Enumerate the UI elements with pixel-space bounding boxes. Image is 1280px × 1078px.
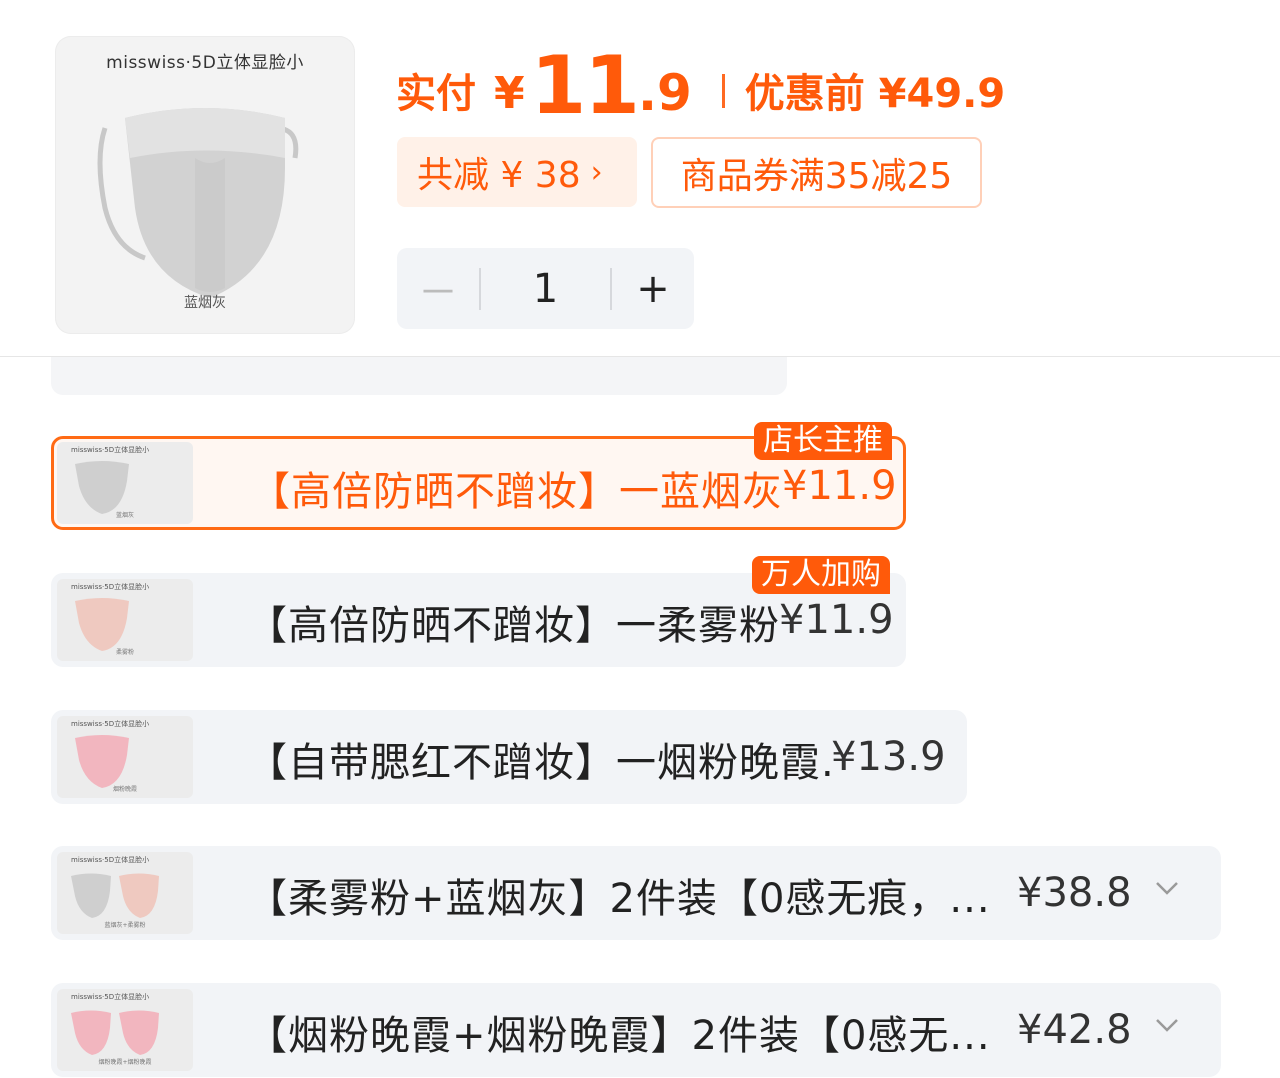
sku-price: ¥11.9 (782, 463, 897, 509)
thumb-variant: 蓝烟灰+柔雾粉 (104, 922, 146, 929)
mask-thumbnail-icon (75, 735, 129, 788)
thumb-brand: misswiss·5D立体显脸小 (71, 446, 150, 454)
increase-button[interactable]: + (612, 248, 694, 329)
thumb-brand: misswiss·5D立体显脸小 (71, 720, 150, 728)
thumb-variant: 烟粉晚霞 (112, 786, 137, 793)
product-variant-label: 蓝烟灰 (184, 295, 226, 311)
price-decimal: .9 (637, 64, 692, 122)
quantity-stepper: － 1 + (397, 248, 694, 329)
sku-thumbnail: misswiss·5D立体显脸小 蓝烟灰+柔雾粉 (57, 852, 193, 934)
sku-name: 【高倍防晒不蹭妆】一柔雾粉 (247, 603, 780, 649)
sku-name: 【烟粉晚霞+烟粉晚霞】2件装【0感无... (247, 1013, 991, 1059)
coupon-text: 商品券满35减25 (680, 155, 953, 197)
selected-product-header: misswiss·5D立体显脸小 蓝烟灰 实付 ¥ 11 .9 优惠前 ¥49.… (0, 0, 1280, 357)
mask-thumbnail-icon (75, 598, 129, 651)
price-currency: ¥ (494, 68, 525, 119)
sku-price: ¥42.8 (1017, 1007, 1132, 1053)
original-price: 优惠前 ¥49.9 (744, 71, 1006, 117)
sku-price: ¥13.9 (831, 734, 946, 780)
sku-thumbnail: misswiss·5D立体显脸小 烟粉晚霞 (57, 716, 193, 798)
sku-name: 【高倍防晒不蹭妆】一蓝烟灰 (250, 469, 783, 515)
sku-name: 【柔雾粉+蓝烟灰】2件装【0感无痕，... (247, 876, 991, 922)
sku-thumbnail: misswiss·5D立体显脸小 烟粉晚霞+烟粉晚霞 (57, 989, 193, 1071)
sku-badge: 店长主推 (754, 422, 892, 460)
sku-thumbnail: misswiss·5D立体显脸小 蓝烟灰 (57, 442, 193, 524)
price-integer: 11 (530, 39, 640, 132)
price-divider (721, 74, 725, 108)
sku-option[interactable]: misswiss·5D立体显脸小 蓝烟灰 【高倍防晒不蹭妆】一蓝烟灰 ¥11.9… (51, 422, 906, 530)
thumb-brand: misswiss·5D立体显脸小 (71, 856, 150, 864)
sku-name: 【自带腮红不蹭妆】一烟粉晚霞. (247, 740, 835, 786)
thumb-variant: 柔雾粉 (115, 649, 134, 656)
decrease-button[interactable]: － (397, 248, 479, 329)
sku-price: ¥11.9 (779, 597, 894, 643)
sku-option[interactable]: misswiss·5D立体显脸小 烟粉晚霞+烟粉晚霞 【烟粉晚霞+烟粉晚霞】2件… (51, 983, 1221, 1077)
mask-thumbnail-icon (75, 461, 129, 514)
chevron-right-icon: › (590, 154, 603, 190)
mask-thumbnail-icon (71, 1010, 159, 1055)
sku-option[interactable]: misswiss·5D立体显脸小 蓝烟灰+柔雾粉 【柔雾粉+蓝烟灰】2件装【0感… (51, 846, 1221, 940)
sku-selector-page: misswiss·5D立体显脸小 蓝烟灰 实付 ¥ 11 .9 优惠前 ¥49.… (0, 0, 1280, 1078)
mask-thumbnail-icon (71, 873, 159, 918)
thumb-brand: misswiss·5D立体显脸小 (71, 583, 150, 591)
sku-thumbnail: misswiss·5D立体显脸小 柔雾粉 (57, 579, 193, 661)
chevron-down-icon[interactable] (1153, 874, 1181, 902)
total-discount-chip[interactable]: 共减 ¥ 38 › (397, 137, 637, 207)
sku-price: ¥38.8 (1017, 870, 1132, 916)
thumb-variant: 蓝烟灰 (115, 512, 134, 519)
mask-illustration (97, 108, 299, 298)
chevron-down-icon[interactable] (1153, 1011, 1181, 1039)
thumb-variant: 烟粉晚霞+烟粉晚霞 (98, 1059, 152, 1066)
sku-option[interactable]: misswiss·5D立体显脸小 柔雾粉 【高倍防晒不蹭妆】一柔雾粉 ¥11.9… (51, 556, 906, 667)
coupon-chip[interactable]: 商品券满35减25 (651, 137, 982, 208)
thumb-brand: misswiss·5D立体显脸小 (71, 993, 150, 1001)
product-image[interactable]: misswiss·5D立体显脸小 蓝烟灰 (55, 36, 355, 334)
price-line: 实付 ¥ 11 .9 优惠前 ¥49.9 (396, 39, 1006, 132)
product-brand: misswiss·5D立体显脸小 (106, 53, 304, 73)
quantity-value[interactable]: 1 (481, 266, 610, 312)
sku-badge: 万人加购 (752, 556, 890, 594)
sku-option[interactable]: misswiss·5D立体显脸小 烟粉晚霞 【自带腮红不蹭妆】一烟粉晚霞. ¥1… (51, 710, 967, 804)
paid-label: 实付 (396, 71, 476, 117)
total-discount-text: 共减 ¥ 38 (417, 155, 581, 196)
